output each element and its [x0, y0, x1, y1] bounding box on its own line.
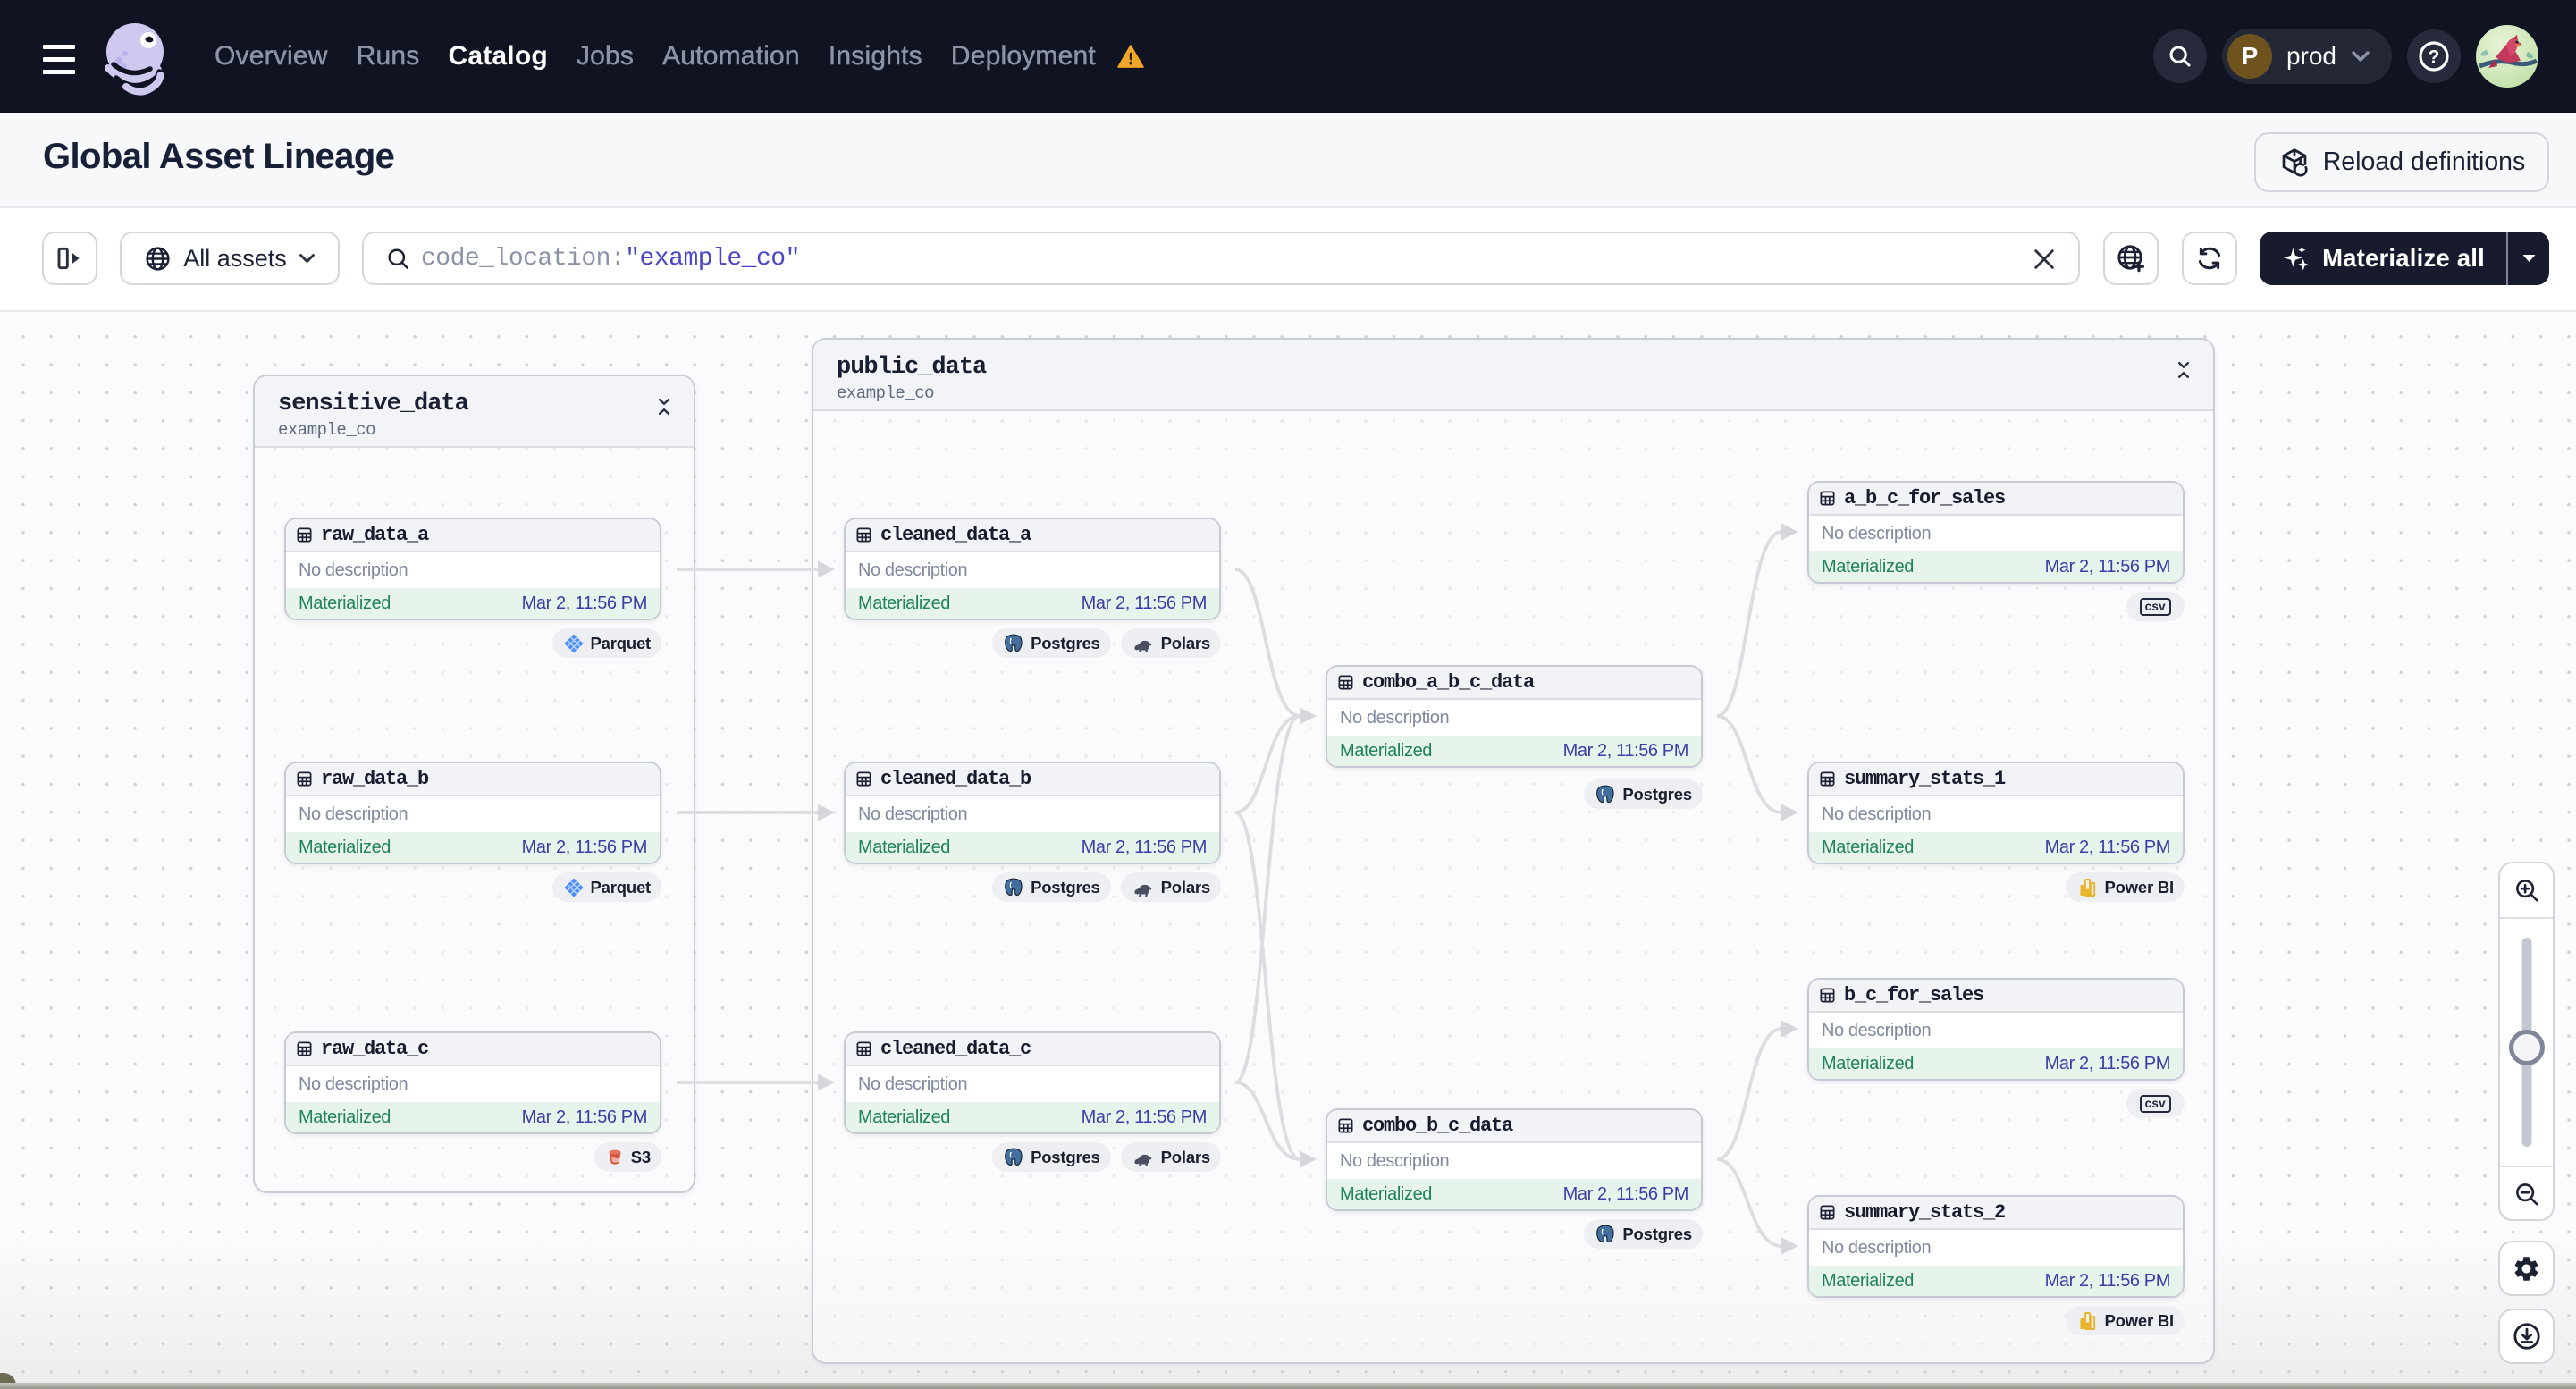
svg-text:?: ?: [2429, 46, 2440, 67]
